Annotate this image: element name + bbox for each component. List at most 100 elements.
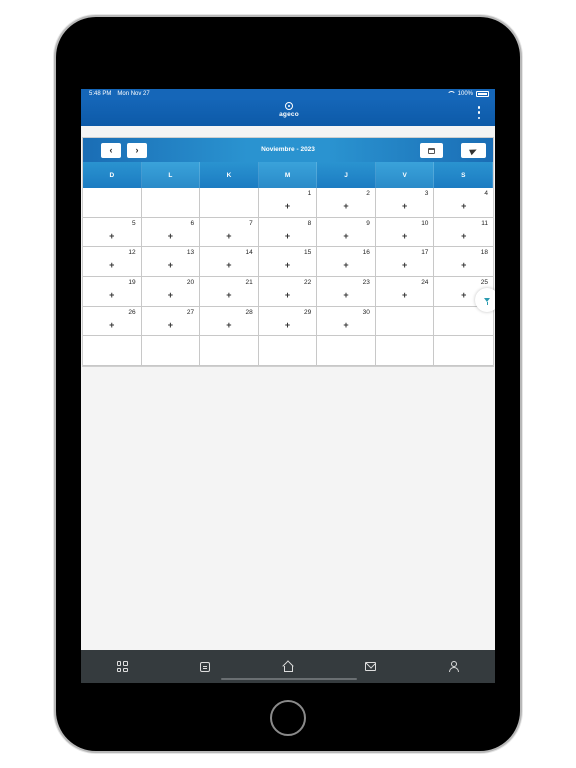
add-event-icon[interactable]: + (343, 202, 348, 211)
weekday-label: J (317, 162, 376, 188)
add-event-icon[interactable]: + (226, 290, 231, 300)
day-number: 24 (421, 278, 429, 286)
add-event-icon[interactable]: + (402, 202, 407, 211)
day-number: 15 (304, 249, 312, 257)
battery-icon (476, 91, 489, 97)
weekday-label: M (258, 162, 318, 188)
day-number: 20 (186, 278, 195, 286)
add-event-icon[interactable]: + (343, 261, 348, 270)
date-picker-button[interactable] (420, 143, 443, 158)
add-event-icon[interactable]: + (168, 290, 173, 300)
day-cell[interactable]: 15 + (258, 247, 318, 277)
day-cell[interactable]: 20 + (141, 276, 201, 307)
nav-home[interactable] (278, 657, 298, 677)
day-cell[interactable]: 12 + (83, 247, 142, 277)
user-icon (448, 661, 460, 672)
add-event-icon[interactable]: + (109, 231, 114, 241)
day-cell[interactable]: 24 + (375, 276, 435, 307)
add-event-icon[interactable]: + (285, 290, 290, 300)
calendar-toolbar: ‹ › Noviembre - 2023 (83, 138, 493, 162)
add-event-icon[interactable]: + (226, 231, 231, 241)
add-event-icon[interactable]: + (461, 231, 466, 241)
day-number: 23 (362, 278, 370, 286)
empty-day-cell (141, 336, 201, 366)
nav-dashboard[interactable] (112, 657, 132, 677)
day-number: 25 (480, 278, 488, 286)
day-cell[interactable]: 4 + (434, 188, 493, 218)
nav-messages[interactable] (361, 657, 381, 677)
empty-day-cell (200, 188, 259, 218)
add-event-icon[interactable]: + (168, 261, 173, 270)
day-cell[interactable]: 14 + (200, 247, 259, 277)
add-event-icon[interactable]: + (343, 231, 348, 241)
add-event-icon[interactable]: + (343, 290, 348, 300)
day-cell[interactable]: 6 + (141, 217, 201, 248)
day-cell[interactable]: 7 + (200, 217, 259, 248)
day-cell[interactable]: 9 + (317, 217, 376, 248)
add-event-icon[interactable]: + (226, 320, 231, 330)
day-cell[interactable]: 3 + (375, 188, 435, 218)
day-number: 2 (366, 190, 370, 197)
day-cell[interactable]: 16 + (317, 247, 376, 277)
day-cell[interactable]: 18 + (434, 247, 493, 277)
day-cell[interactable]: 30 + (317, 306, 376, 337)
day-cell[interactable]: 21 + (200, 276, 259, 307)
add-event-icon[interactable]: + (168, 320, 173, 330)
empty-day-cell (141, 188, 201, 218)
add-event-icon[interactable]: + (226, 261, 231, 270)
home-hardware-button[interactable] (270, 700, 306, 736)
filter-button[interactable] (475, 288, 495, 312)
add-event-icon[interactable]: + (461, 202, 466, 211)
day-cell[interactable]: 10 + (375, 217, 435, 248)
day-number: 12 (128, 249, 136, 257)
day-cell[interactable]: 19 + (83, 276, 142, 307)
day-cell[interactable]: 2 + (317, 188, 376, 218)
day-cell[interactable]: 8 + (258, 217, 318, 248)
add-event-icon[interactable]: + (343, 320, 348, 330)
weekday-label: V (375, 162, 435, 188)
nav-profile[interactable] (444, 657, 464, 677)
day-cell[interactable]: 22 + (258, 276, 318, 307)
add-event-icon[interactable]: + (402, 290, 407, 300)
add-event-icon[interactable]: + (109, 290, 114, 300)
add-event-icon[interactable]: + (461, 290, 466, 300)
add-event-icon[interactable]: + (109, 320, 114, 330)
day-cell[interactable]: 13 + (141, 247, 201, 277)
add-event-icon[interactable]: + (285, 320, 290, 330)
add-event-icon[interactable]: + (285, 261, 290, 270)
next-month-button[interactable]: › (127, 143, 147, 158)
day-cell[interactable]: 23 + (317, 276, 376, 307)
add-event-icon[interactable]: + (109, 261, 114, 270)
day-cell[interactable]: 29 + (258, 306, 318, 337)
weekday-label: L (141, 162, 201, 188)
day-cell[interactable]: 26 + (83, 306, 142, 337)
day-cell[interactable]: 17 + (375, 247, 435, 277)
add-event-icon[interactable]: + (402, 231, 407, 241)
calendar-icon (428, 147, 435, 154)
day-number: 17 (421, 249, 429, 257)
empty-day-cell (200, 336, 259, 366)
day-number: 14 (245, 249, 253, 257)
send-button[interactable] (461, 143, 486, 158)
day-cell[interactable]: 27 + (141, 306, 201, 337)
day-number: 4 (484, 190, 488, 197)
add-event-icon[interactable]: + (285, 231, 290, 241)
nav-notes[interactable] (195, 657, 215, 677)
add-event-icon[interactable]: + (461, 261, 466, 270)
day-cell[interactable]: 28 + (200, 306, 259, 337)
calendar-day-grid: 1 +2 +3 +4 +5 +6 +7 +8 +9 +10 +11 +12 +13 +14 +15 +16 +1… (83, 188, 493, 366)
day-cell[interactable]: 1 + (258, 188, 318, 218)
day-cell[interactable]: 11 + (434, 217, 493, 248)
weekday-header: D L K M J V S (83, 162, 494, 188)
empty-day-cell (83, 336, 142, 366)
add-event-icon[interactable]: + (402, 261, 407, 270)
day-number: 9 (366, 219, 370, 227)
more-options-icon[interactable] (477, 106, 481, 119)
send-icon (469, 146, 478, 155)
add-event-icon[interactable]: + (168, 231, 173, 241)
day-number: 16 (362, 249, 370, 257)
empty-day-cell (375, 336, 435, 366)
day-cell[interactable]: 5 + (83, 217, 142, 248)
add-event-icon[interactable]: + (285, 202, 290, 211)
prev-month-button[interactable]: ‹ (101, 143, 121, 158)
